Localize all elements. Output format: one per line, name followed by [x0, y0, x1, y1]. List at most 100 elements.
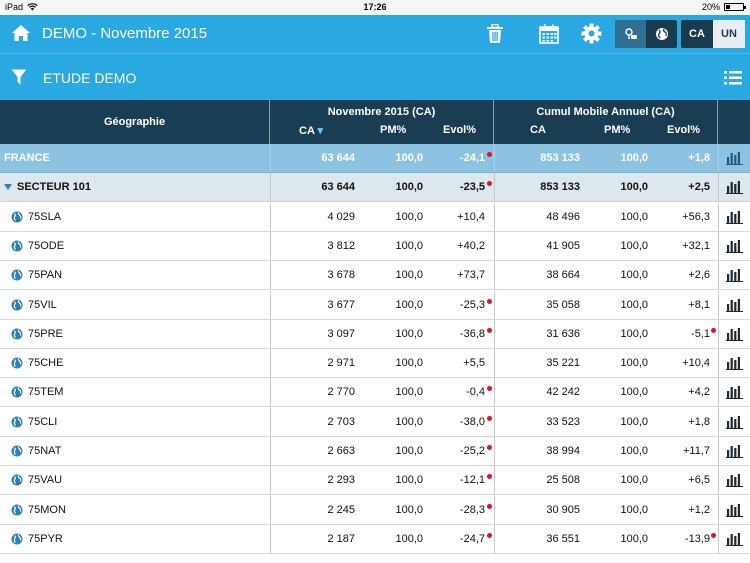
header-ca-1[interactable]: CA ▾: [299, 124, 323, 137]
column-divider: [718, 525, 719, 553]
expand-arrow-icon[interactable]: [4, 184, 12, 190]
negative-indicator-dot: [487, 474, 492, 479]
cell-evol-cumul: +56,3: [682, 211, 710, 223]
bar-chart-icon[interactable]: [726, 532, 743, 546]
row-name: 75PAN: [28, 269, 63, 281]
header-evol-2[interactable]: Evol%: [667, 124, 700, 136]
cell-evol-cumul: +4,2: [688, 386, 710, 398]
filter-icon[interactable]: [11, 69, 27, 85]
cell-ca-cumul: 41 905: [546, 240, 580, 252]
bar-chart-icon[interactable]: [726, 239, 743, 253]
cell-pm-month: 100,0: [395, 386, 423, 398]
cell-ca-cumul: 42 242: [546, 386, 580, 398]
table-row[interactable]: 75PYR 2 187 100,0 -24,7 36 551 100,0 -13,9: [0, 525, 750, 554]
gear-icon[interactable]: [581, 23, 602, 44]
battery-icon: [724, 3, 746, 11]
cell-ca-cumul: 30 905: [546, 504, 580, 516]
negative-indicator-dot: [487, 299, 492, 304]
bar-chart-icon[interactable]: [726, 356, 743, 370]
table-row[interactable]: 75NAT 2 663 100,0 -25,2 38 994 100,0 +11,7: [0, 437, 750, 466]
cell-evol-month: -25,3: [459, 299, 485, 311]
globe-icon: [11, 474, 23, 486]
cell-evol-cumul: +8,1: [688, 299, 710, 311]
header-ca-2[interactable]: CA: [530, 124, 546, 136]
row-name: 75VAU: [28, 474, 63, 486]
cell-pm-month: 100,0: [395, 269, 423, 281]
cell-evol-month: -36,8: [459, 328, 485, 340]
column-divider: [718, 291, 719, 319]
table-row[interactable]: 75PRE 3 097 100,0 -36,8 31 636 100,0 -5,1: [0, 320, 750, 349]
column-divider: [270, 232, 271, 260]
table-row[interactable]: 75ODE 3 812 100,0 +40,2 41 905 100,0 +32,1: [0, 232, 750, 261]
home-icon[interactable]: [11, 24, 31, 42]
bar-chart-icon[interactable]: [726, 151, 743, 165]
column-divider: [494, 261, 495, 289]
table-row[interactable]: 75PAN 3 678 100,0 +73,7 38 664 100,0 +2,6: [0, 261, 750, 290]
cell-pm-cumul: 100,0: [620, 416, 648, 428]
column-divider: [718, 320, 719, 348]
cell-pm-cumul: 100,0: [620, 240, 648, 252]
globe-view-button[interactable]: [646, 20, 677, 48]
bar-chart-icon[interactable]: [726, 180, 743, 194]
cell-pm-month: 100,0: [395, 240, 423, 252]
trash-icon[interactable]: [486, 24, 504, 44]
cell-pm-cumul: 100,0: [620, 152, 648, 164]
cell-evol-cumul: +32,1: [682, 240, 710, 252]
cell-evol-month: -24,1: [459, 152, 485, 164]
table-row-sector[interactable]: SECTEUR 101 63 644 100,0 -23,5 853 133 100,0 +…: [0, 173, 750, 202]
row-name: 75CHE: [28, 357, 64, 369]
column-divider: [718, 232, 719, 260]
table-row[interactable]: 75VIL 3 677 100,0 -25,3 35 058 100,0 +8,1: [0, 291, 750, 320]
column-divider: [270, 408, 271, 436]
column-divider: [494, 203, 495, 231]
table-row-total[interactable]: FRANCE 63 644 100,0 -24,1 853 133 100,0 +1,8: [0, 144, 750, 173]
calendar-icon[interactable]: [539, 24, 559, 44]
table-row[interactable]: 75SLA 4 029 100,0 +10,4 48 496 100,0 +56,3: [0, 203, 750, 232]
toggle-ca-button[interactable]: CA: [681, 20, 713, 48]
cell-ca-cumul: 35 221: [546, 357, 580, 369]
bar-chart-icon[interactable]: [726, 327, 743, 341]
cell-pm-cumul: 100,0: [620, 386, 648, 398]
negative-indicator-dot: [487, 386, 492, 391]
header-geography[interactable]: Géographie: [0, 100, 270, 144]
row-name: 75PRE: [28, 328, 63, 340]
cell-ca-cumul: 38 664: [546, 269, 580, 281]
bar-chart-icon[interactable]: [726, 210, 743, 224]
column-divider: [270, 261, 271, 289]
bar-chart-icon[interactable]: [726, 298, 743, 312]
negative-indicator-dot: [487, 445, 492, 450]
globe-icon: [11, 445, 23, 457]
filter-label[interactable]: ETUDE DEMO: [43, 70, 136, 86]
negative-indicator-dot: [487, 328, 492, 333]
header-evol-1[interactable]: Evol%: [443, 124, 476, 136]
list-menu-icon[interactable]: [724, 71, 742, 85]
bar-chart-icon[interactable]: [726, 444, 743, 458]
negative-indicator-dot: [487, 181, 492, 186]
column-divider: [494, 173, 495, 201]
table-row[interactable]: 75VAU 2 293 100,0 -12,1 25 508 100,0 +6,5: [0, 466, 750, 495]
filter-bar: ETUDE DEMO: [0, 53, 750, 100]
header-pm-2[interactable]: PM%: [604, 124, 630, 136]
header-pm-1[interactable]: PM%: [380, 124, 406, 136]
table-row[interactable]: 75CHE 2 971 100,0 +5,5 35 221 100,0 +10,4: [0, 349, 750, 378]
bar-chart-icon[interactable]: [726, 385, 743, 399]
cell-pm-month: 100,0: [395, 445, 423, 457]
toggle-un-button[interactable]: UN: [713, 20, 745, 48]
table-row[interactable]: 75CLI 2 703 100,0 -38,0 33 523 100,0 +1,8: [0, 408, 750, 437]
cell-evol-month: +73,7: [457, 269, 485, 281]
cell-evol-cumul: +2,6: [688, 269, 710, 281]
cell-pm-month: 100,0: [395, 211, 423, 223]
column-divider: [494, 525, 495, 553]
table-row[interactable]: 75TEM 2 770 100,0 -0,4 42 242 100,0 +4,2: [0, 378, 750, 407]
cell-pm-cumul: 100,0: [620, 445, 648, 457]
bar-chart-icon[interactable]: [726, 503, 743, 517]
bar-chart-icon[interactable]: [726, 268, 743, 282]
table-row[interactable]: 75MON 2 245 100,0 -28,3 30 905 100,0 +1,2: [0, 496, 750, 525]
cell-evol-cumul: -5,1: [691, 328, 710, 340]
cell-evol-month: -24,7: [459, 533, 485, 545]
bar-chart-icon[interactable]: [726, 473, 743, 487]
local-view-button[interactable]: [615, 20, 646, 48]
table-header: Géographie Novembre 2015 (CA) CA ▾ PM% E…: [0, 100, 750, 144]
header-group-cumul: Cumul Mobile Annuel (CA) CA PM% Evol%: [494, 100, 718, 144]
bar-chart-icon[interactable]: [726, 415, 743, 429]
